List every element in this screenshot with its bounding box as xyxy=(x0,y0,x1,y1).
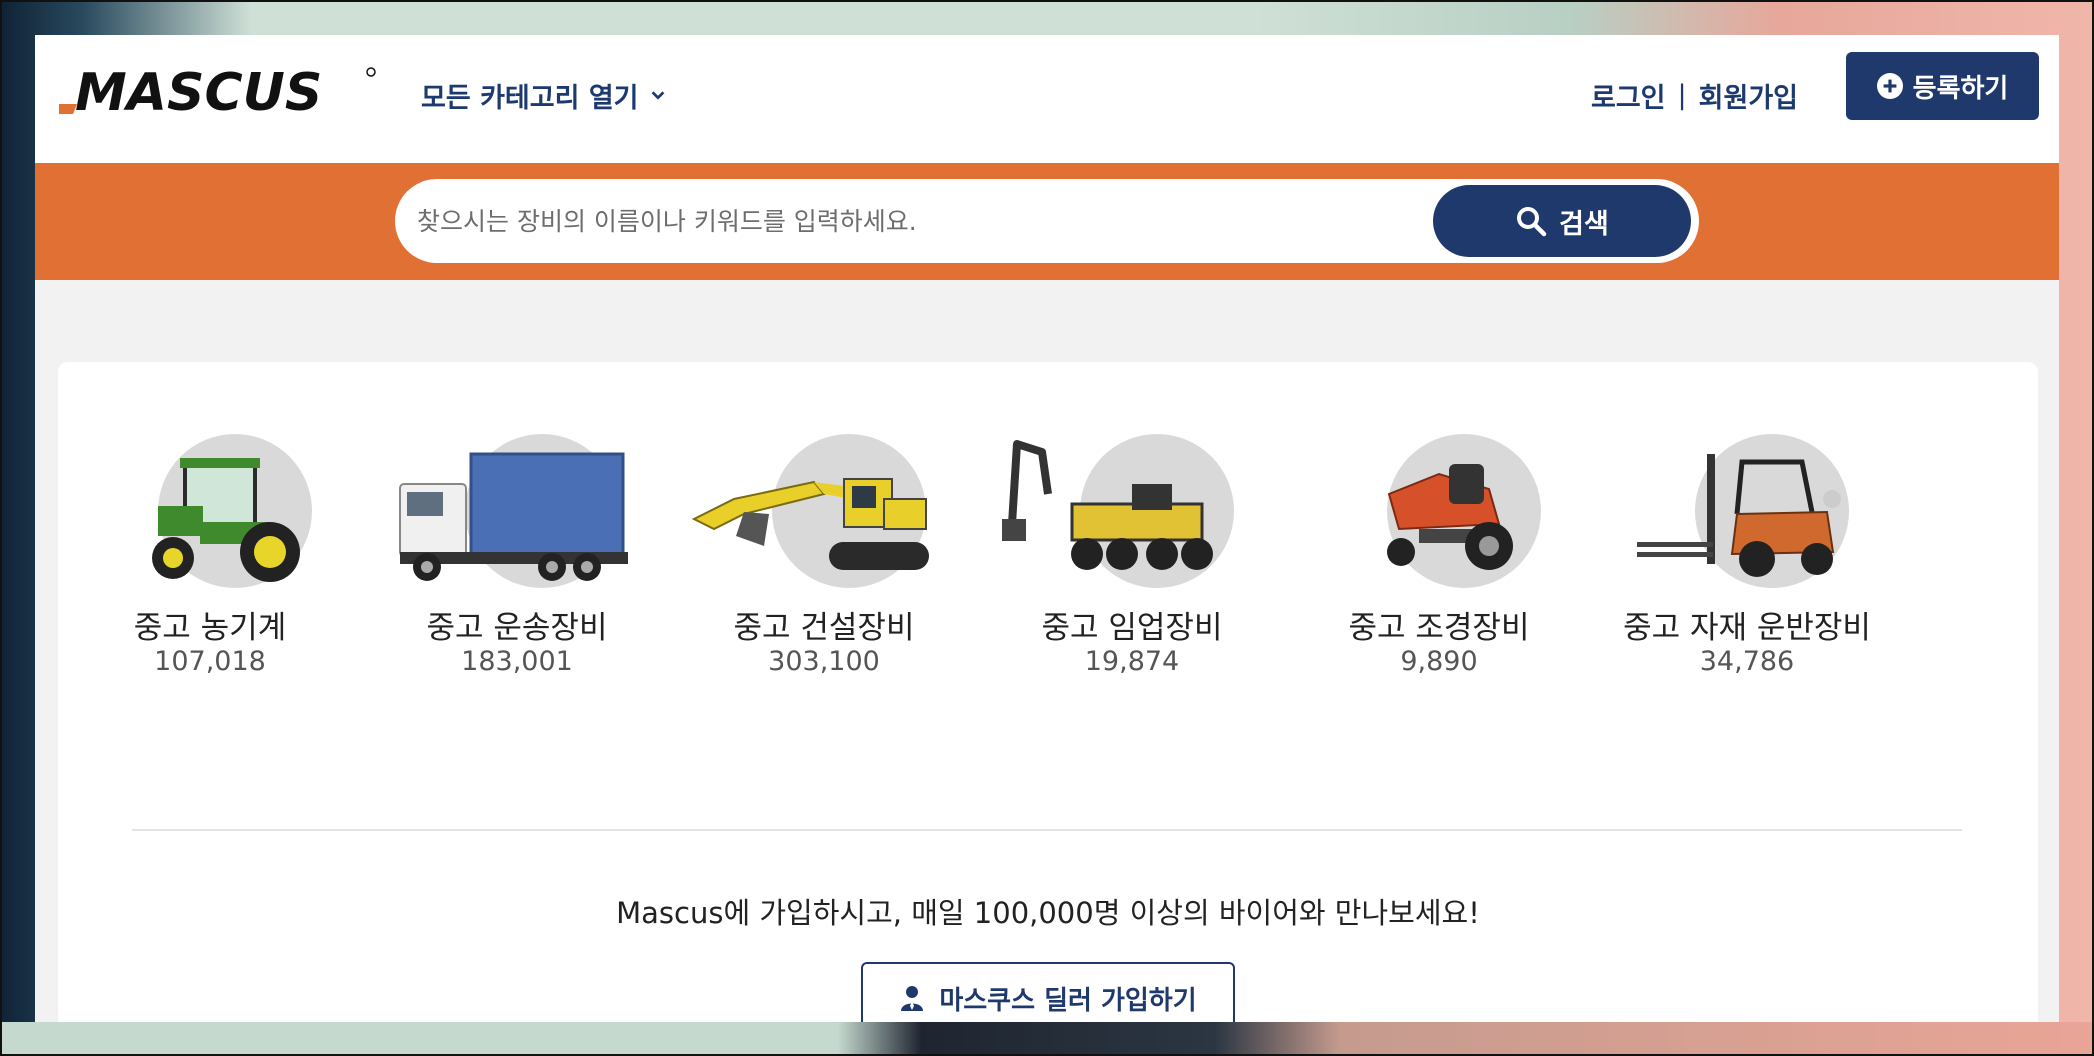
dealer-signup-label: 마스쿠스 딜러 가입하기 xyxy=(939,985,1197,1016)
search-input[interactable] xyxy=(417,193,1417,249)
category-name: 중고 자재 운반장비 xyxy=(1623,610,1871,646)
search-button[interactable]: 검색 xyxy=(1433,185,1691,257)
page-frame: MASCUS 모든 카테고리 열기 로그인 | 회원가입 등록하기 찾으시는 장… xyxy=(35,35,2059,1022)
category-count: 107,018 xyxy=(154,646,266,677)
promo-text: Mascus에 가입하시고, 매일 100,000명 이상의 바이어와 만나보세… xyxy=(616,896,1480,930)
category-item-forestry[interactable]: 중고 임업장비 19,874 xyxy=(982,434,1282,694)
register-listing-button[interactable]: 등록하기 xyxy=(1846,52,2039,120)
login-link[interactable]: 로그인 xyxy=(1591,76,1666,115)
truck-icon xyxy=(399,452,628,581)
category-item-agriculture[interactable]: 중고 농기계 107,018 xyxy=(60,434,360,694)
category-count: 303,100 xyxy=(768,646,880,677)
category-name: 중고 건설장비 xyxy=(733,610,915,646)
lawn-mower-icon xyxy=(1387,464,1513,570)
harvester-icon xyxy=(1002,440,1213,570)
forklift-icon xyxy=(1637,454,1841,577)
search-button-label: 검색 xyxy=(1559,208,1609,240)
category-count: 183,001 xyxy=(461,646,573,677)
category-name: 중고 조경장비 xyxy=(1348,610,1530,646)
all-categories-label: 모든 카테고리 열기 xyxy=(421,82,639,114)
category-name: 중고 운송장비 xyxy=(426,610,608,646)
mascus-logo-mark: MASCUS xyxy=(59,63,376,120)
plus-circle-icon xyxy=(1876,73,1903,99)
category-card: 중고 농기계 107,018 중고 운송장비 183,001 중고 건설장비 3… xyxy=(58,362,2038,1022)
register-label: 등록하기 xyxy=(1912,73,2009,104)
category-count: 34,786 xyxy=(1699,646,1795,677)
category-count: 19,874 xyxy=(1084,646,1180,677)
category-name: 중고 농기계 xyxy=(133,610,287,646)
category-item-transport[interactable]: 중고 운송장비 183,001 xyxy=(367,434,667,694)
user-icon xyxy=(901,986,924,1011)
background-photo-bottom xyxy=(0,1022,2094,1056)
site-header: MASCUS 모든 카테고리 열기 로그인 | 회원가입 등록하기 xyxy=(35,35,2059,163)
signup-link[interactable]: 회원가입 xyxy=(1699,76,1798,115)
divider xyxy=(132,829,1962,831)
search-box: 검색 xyxy=(395,179,1699,263)
mascus-logo[interactable]: MASCUS xyxy=(59,55,379,125)
auth-separator: | xyxy=(1677,79,1687,111)
search-band: 검색 xyxy=(35,163,2059,280)
dealer-signup-button[interactable]: 마스쿠스 딜러 가입하기 xyxy=(861,962,1235,1022)
category-name: 중고 임업장비 xyxy=(1041,610,1223,646)
category-item-construction[interactable]: 중고 건설장비 303,100 xyxy=(674,434,974,694)
excavator-icon xyxy=(691,478,929,570)
auth-links: 로그인 | 회원가입 xyxy=(1591,71,1798,119)
chevron-down-icon xyxy=(651,91,664,100)
category-count: 9,890 xyxy=(1400,646,1478,677)
all-categories-dropdown[interactable]: 모든 카테고리 열기 xyxy=(421,71,667,119)
search-icon xyxy=(1517,207,1547,237)
category-item-material-handling[interactable]: 중고 자재 운반장비 34,786 xyxy=(1597,434,1897,694)
tractor-icon xyxy=(152,458,300,582)
category-item-landscaping[interactable]: 중고 조경장비 9,890 xyxy=(1289,434,1589,694)
logo-text: MASCUS xyxy=(75,63,322,120)
